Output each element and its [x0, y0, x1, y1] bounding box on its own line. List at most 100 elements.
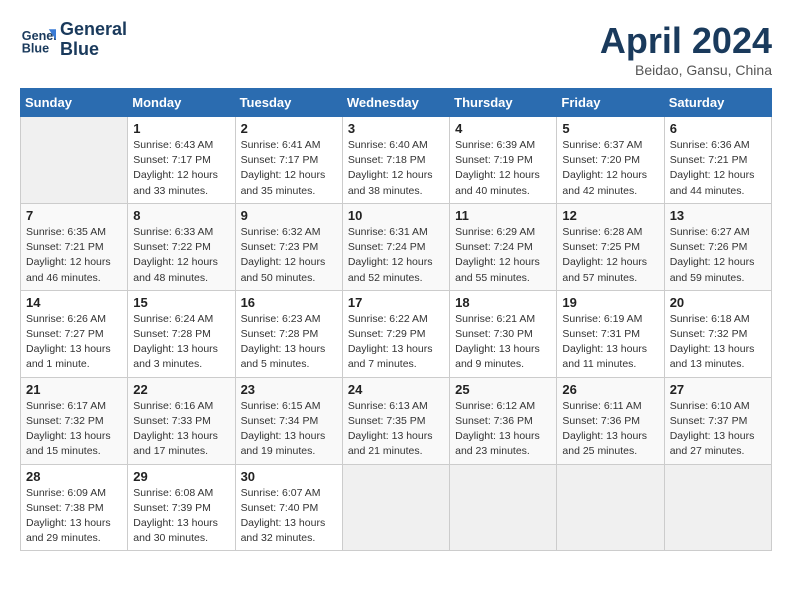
calendar-cell: 25Sunrise: 6:12 AM Sunset: 7:36 PM Dayli… [450, 377, 557, 464]
day-number: 2 [241, 121, 337, 136]
day-number: 26 [562, 382, 658, 397]
calendar-cell: 24 Sunrise: 6:13 AM Sunset: 7:35 PM Dayli… [342, 377, 449, 464]
logo: General Blue General Blue [20, 20, 127, 60]
calendar-week-3: 14 Sunrise: 6:26 AM Sunset: 7:27 PM Dayli… [21, 290, 772, 377]
calendar-cell: 16 Sunrise: 6:23 AM Sunset: 7:28 PM Dayli… [235, 290, 342, 377]
day-info: Sunrise: 6:21 AM Sunset: 7:30 PM Dayligh… [455, 312, 551, 373]
day-number: 7 [26, 208, 122, 223]
calendar-cell: 20Sunrise: 6:18 AM Sunset: 7:32 PM Dayli… [664, 290, 771, 377]
day-number: 14 [26, 295, 122, 310]
calendar-cell: 18 Sunrise: 6:21 AM Sunset: 7:30 PM Dayli… [450, 290, 557, 377]
weekday-header-thursday: Thursday [450, 89, 557, 117]
day-info: Sunrise: 6:17 AM Sunset: 7:32 PM Dayligh… [26, 399, 122, 460]
day-info: Sunrise: 6:09 AM Sunset: 7:38 PM Dayligh… [26, 486, 122, 547]
day-number: 27 [670, 382, 766, 397]
day-number: 15 [133, 295, 229, 310]
day-number: 22 [133, 382, 229, 397]
day-info: Sunrise: 6:37 AM Sunset: 7:20 PM Dayligh… [562, 138, 658, 199]
calendar-cell: 29Sunrise: 6:08 AM Sunset: 7:39 PM Dayli… [128, 464, 235, 551]
day-info: Sunrise: 6:12 AM Sunset: 7:36 PM Dayligh… [455, 399, 551, 460]
day-info: Sunrise: 6:22 AM Sunset: 7:29 PM Dayligh… [348, 312, 444, 373]
calendar-cell: 11Sunrise: 6:29 AM Sunset: 7:24 PM Dayli… [450, 203, 557, 290]
calendar-cell [21, 117, 128, 204]
day-number: 6 [670, 121, 766, 136]
day-number: 10 [348, 208, 444, 223]
day-number: 21 [26, 382, 122, 397]
day-info: Sunrise: 6:40 AM Sunset: 7:18 PM Dayligh… [348, 138, 444, 199]
calendar-cell: 10 Sunrise: 6:31 AM Sunset: 7:24 PM Dayli… [342, 203, 449, 290]
calendar-cell: 4 Sunrise: 6:39 AM Sunset: 7:19 PM Daylig… [450, 117, 557, 204]
day-number: 29 [133, 469, 229, 484]
day-number: 9 [241, 208, 337, 223]
day-number: 13 [670, 208, 766, 223]
day-number: 28 [26, 469, 122, 484]
calendar-week-2: 7 Sunrise: 6:35 AM Sunset: 7:21 PM Daylig… [21, 203, 772, 290]
calendar-cell: 6 Sunrise: 6:36 AM Sunset: 7:21 PM Daylig… [664, 117, 771, 204]
day-number: 3 [348, 121, 444, 136]
weekday-header-tuesday: Tuesday [235, 89, 342, 117]
day-number: 16 [241, 295, 337, 310]
calendar-cell: 5Sunrise: 6:37 AM Sunset: 7:20 PM Daylig… [557, 117, 664, 204]
calendar-cell [450, 464, 557, 551]
day-info: Sunrise: 6:10 AM Sunset: 7:37 PM Dayligh… [670, 399, 766, 460]
calendar-cell: 8 Sunrise: 6:33 AM Sunset: 7:22 PM Daylig… [128, 203, 235, 290]
day-info: Sunrise: 6:15 AM Sunset: 7:34 PM Dayligh… [241, 399, 337, 460]
calendar-cell: 2 Sunrise: 6:41 AM Sunset: 7:17 PM Daylig… [235, 117, 342, 204]
calendar-cell: 22 Sunrise: 6:16 AM Sunset: 7:33 PM Dayli… [128, 377, 235, 464]
day-info: Sunrise: 6:26 AM Sunset: 7:27 PM Dayligh… [26, 312, 122, 373]
calendar-cell: 3 Sunrise: 6:40 AM Sunset: 7:18 PM Daylig… [342, 117, 449, 204]
calendar-week-5: 28 Sunrise: 6:09 AM Sunset: 7:38 PM Dayli… [21, 464, 772, 551]
calendar-cell: 28 Sunrise: 6:09 AM Sunset: 7:38 PM Dayli… [21, 464, 128, 551]
day-info: Sunrise: 6:39 AM Sunset: 7:19 PM Dayligh… [455, 138, 551, 199]
day-info: Sunrise: 6:43 AM Sunset: 7:17 PM Dayligh… [133, 138, 229, 199]
calendar-cell: 23 Sunrise: 6:15 AM Sunset: 7:34 PM Dayli… [235, 377, 342, 464]
calendar-cell: 30Sunrise: 6:07 AM Sunset: 7:40 PM Dayli… [235, 464, 342, 551]
weekday-header-wednesday: Wednesday [342, 89, 449, 117]
page-header: General Blue General Blue April 2024 Bei… [20, 20, 772, 78]
day-number: 1 [133, 121, 229, 136]
day-info: Sunrise: 6:16 AM Sunset: 7:33 PM Dayligh… [133, 399, 229, 460]
calendar-cell: 15 Sunrise: 6:24 AM Sunset: 7:28 PM Dayli… [128, 290, 235, 377]
day-info: Sunrise: 6:27 AM Sunset: 7:26 PM Dayligh… [670, 225, 766, 286]
calendar-week-4: 21 Sunrise: 6:17 AM Sunset: 7:32 PM Dayli… [21, 377, 772, 464]
day-number: 20 [670, 295, 766, 310]
day-info: Sunrise: 6:31 AM Sunset: 7:24 PM Dayligh… [348, 225, 444, 286]
day-number: 4 [455, 121, 551, 136]
day-number: 18 [455, 295, 551, 310]
weekday-header-row: SundayMondayTuesdayWednesdayThursdayFrid… [21, 89, 772, 117]
day-info: Sunrise: 6:23 AM Sunset: 7:28 PM Dayligh… [241, 312, 337, 373]
day-number: 23 [241, 382, 337, 397]
day-number: 24 [348, 382, 444, 397]
day-info: Sunrise: 6:24 AM Sunset: 7:28 PM Dayligh… [133, 312, 229, 373]
logo-text-line1: General [60, 20, 127, 40]
calendar-cell: 12 Sunrise: 6:28 AM Sunset: 7:25 PM Dayli… [557, 203, 664, 290]
calendar-cell [342, 464, 449, 551]
day-info: Sunrise: 6:33 AM Sunset: 7:22 PM Dayligh… [133, 225, 229, 286]
day-number: 19 [562, 295, 658, 310]
calendar-cell: 14 Sunrise: 6:26 AM Sunset: 7:27 PM Dayli… [21, 290, 128, 377]
day-number: 12 [562, 208, 658, 223]
svg-text:Blue: Blue [22, 41, 49, 55]
location-subtitle: Beidao, Gansu, China [600, 62, 772, 78]
day-info: Sunrise: 6:29 AM Sunset: 7:24 PM Dayligh… [455, 225, 551, 286]
day-number: 30 [241, 469, 337, 484]
calendar-cell: 7 Sunrise: 6:35 AM Sunset: 7:21 PM Daylig… [21, 203, 128, 290]
day-info: Sunrise: 6:36 AM Sunset: 7:21 PM Dayligh… [670, 138, 766, 199]
day-info: Sunrise: 6:19 AM Sunset: 7:31 PM Dayligh… [562, 312, 658, 373]
calendar-cell: 13 Sunrise: 6:27 AM Sunset: 7:26 PM Dayli… [664, 203, 771, 290]
day-info: Sunrise: 6:32 AM Sunset: 7:23 PM Dayligh… [241, 225, 337, 286]
day-info: Sunrise: 6:35 AM Sunset: 7:21 PM Dayligh… [26, 225, 122, 286]
calendar-cell: 17 Sunrise: 6:22 AM Sunset: 7:29 PM Dayli… [342, 290, 449, 377]
calendar-week-1: 1 Sunrise: 6:43 AM Sunset: 7:17 PM Daylig… [21, 117, 772, 204]
day-info: Sunrise: 6:41 AM Sunset: 7:17 PM Dayligh… [241, 138, 337, 199]
calendar-cell: 26 Sunrise: 6:11 AM Sunset: 7:36 PM Dayli… [557, 377, 664, 464]
calendar-cell: 1 Sunrise: 6:43 AM Sunset: 7:17 PM Daylig… [128, 117, 235, 204]
day-info: Sunrise: 6:28 AM Sunset: 7:25 PM Dayligh… [562, 225, 658, 286]
day-number: 8 [133, 208, 229, 223]
weekday-header-saturday: Saturday [664, 89, 771, 117]
month-title: April 2024 [600, 20, 772, 62]
calendar-cell [664, 464, 771, 551]
day-info: Sunrise: 6:13 AM Sunset: 7:35 PM Dayligh… [348, 399, 444, 460]
day-info: Sunrise: 6:11 AM Sunset: 7:36 PM Dayligh… [562, 399, 658, 460]
day-number: 17 [348, 295, 444, 310]
